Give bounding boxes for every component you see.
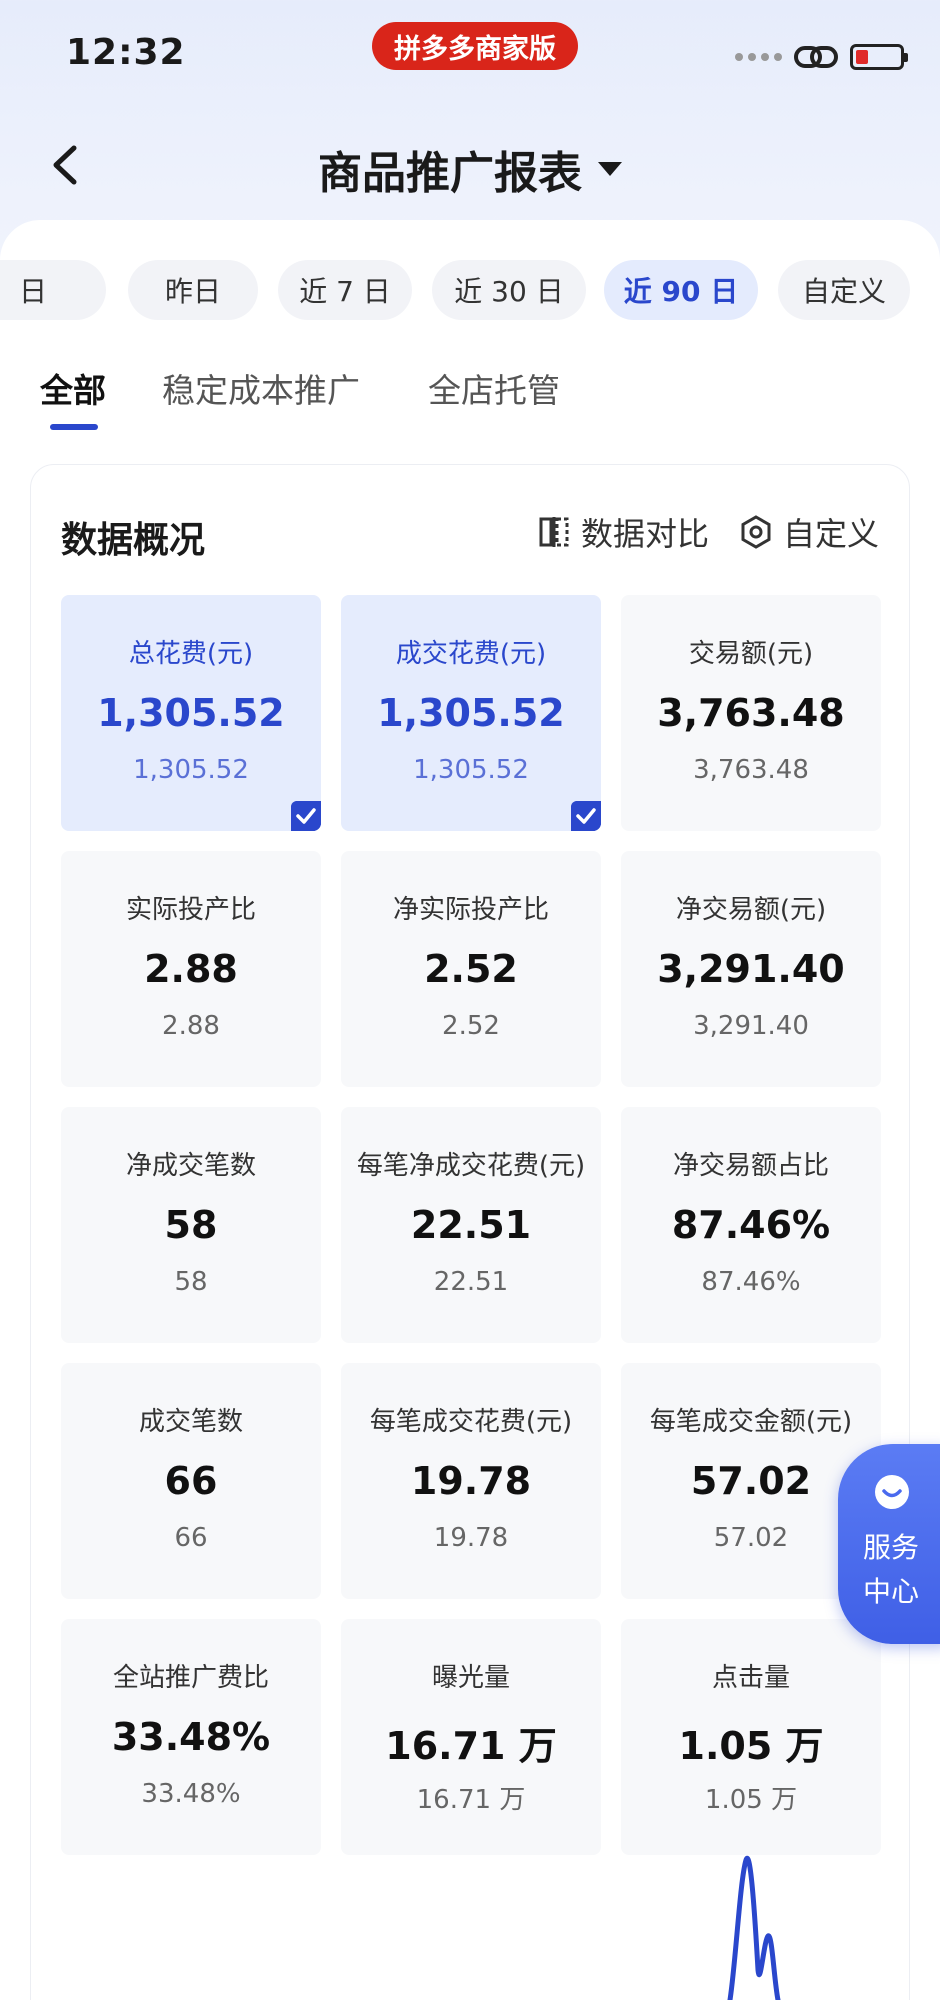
date-chip-90-days[interactable]: 近 90 日 [604,260,758,320]
metric-value: 3,291.40 [657,947,845,991]
metric-card-net-orders[interactable]: 净成交笔数 58 58 [61,1107,321,1343]
metric-value: 3,763.48 [657,691,845,735]
metric-label: 曝光量 [431,1663,510,1693]
metric-value: 66 [164,1459,218,1503]
metric-card-impressions[interactable]: 曝光量 16.71 万 16.71 万 [341,1619,601,1855]
metric-card-roi[interactable]: 实际投产比 2.88 2.88 [61,851,321,1087]
metric-compare-value: 19.78 [433,1523,509,1553]
service-label-line1: 服务 [862,1531,919,1564]
metric-value: 1,305.52 [97,691,285,735]
metric-value: 1.05 万 [678,1724,824,1768]
data-compare-label: 数据对比 [580,515,709,553]
data-compare-button[interactable]: 数据对比 [537,509,709,555]
page-title: 商品推广报表 [318,148,582,199]
date-chip-30-days[interactable]: 近 30 日 [432,260,586,320]
data-overview-card: 数据概况 数据对比 自定义 总花费(元) 1,305.52 1,305.52 成… [30,464,910,2000]
status-icons [735,42,908,72]
checkmark-icon [571,801,601,831]
chat-bubble-icon [875,1475,909,1509]
metric-compare-value: 66 [174,1523,208,1553]
date-range-chips: 日 昨日 近 7 日 近 30 日 近 90 日 自定义 [0,260,940,322]
service-center-label: 服务 中心 [846,1526,936,1614]
metric-label: 实际投产比 [125,895,256,925]
metric-card-cost-per-order[interactable]: 每笔成交花费(元) 19.78 19.78 [341,1363,601,1599]
metric-card-deal-spend[interactable]: 成交花费(元) 1,305.52 1,305.52 [341,595,601,831]
trend-chart-peek [727,1855,781,2000]
metric-card-net-gmv[interactable]: 净交易额(元) 3,291.40 3,291.40 [621,851,881,1087]
metric-card-net-cost-per-order[interactable]: 每笔净成交花费(元) 22.51 22.51 [341,1107,601,1343]
metric-compare-value: 16.71 万 [416,1785,526,1815]
metric-card-net-gmv-ratio[interactable]: 净交易额占比 87.46% 87.46% [621,1107,881,1343]
metric-label: 净交易额占比 [672,1151,829,1181]
metric-value: 87.46% [671,1203,831,1247]
metric-compare-value: 1,305.52 [413,755,529,785]
customize-label: 自定义 [782,515,879,553]
metric-compare-value: 2.52 [442,1011,500,1041]
signal-dots-icon [735,53,782,61]
metric-value: 19.78 [410,1459,532,1503]
metric-label: 净交易额(元) [675,895,827,925]
metric-card-gmv[interactable]: 交易额(元) 3,763.48 3,763.48 [621,595,881,831]
customize-button[interactable]: 自定义 [739,509,879,555]
metric-label: 每笔净成交花费(元) [356,1151,586,1181]
metric-label: 点击量 [711,1663,790,1693]
metric-compare-value: 33.48% [141,1779,241,1809]
metric-label: 成交笔数 [138,1407,243,1437]
metric-compare-value: 3,291.40 [693,1011,809,1041]
metric-label: 每笔成交花费(元) [369,1407,573,1437]
metric-label: 交易额(元) [688,639,814,669]
compare-icon [539,517,569,547]
status-time: 12:32 [66,32,186,73]
active-tab-indicator [50,424,98,430]
metric-label: 总花费(元) [128,639,254,669]
metric-compare-value: 22.51 [433,1267,509,1297]
metric-label: 全站推广费比 [112,1663,269,1693]
page-title-dropdown[interactable]: 商品推广报表 [0,137,940,201]
metric-compare-value: 1.05 万 [704,1785,798,1815]
metric-card-site-promo-ratio[interactable]: 全站推广费比 33.48% 33.48% [61,1619,321,1855]
caret-down-icon [598,162,622,176]
link-icon [794,46,838,68]
metric-value: 22.51 [410,1203,532,1247]
tab-all[interactable]: 全部 [40,364,106,412]
metric-compare-value: 2.88 [162,1011,220,1041]
metric-card-total-spend[interactable]: 总花费(元) 1,305.52 1,305.52 [61,595,321,831]
status-bar: 12:32 拼多多商家版 [0,0,940,110]
service-label-line2: 中心 [862,1575,919,1608]
metric-label: 每笔成交金额(元) [649,1407,853,1437]
tab-store-managed[interactable]: 全店托管 [428,364,560,412]
overview-actions: 数据对比 自定义 [537,509,879,555]
metric-label: 净成交笔数 [125,1151,256,1181]
tab-stable-cost[interactable]: 稳定成本推广 [162,364,360,412]
metric-value: 33.48% [111,1715,271,1759]
date-chip-yesterday[interactable]: 昨日 [128,260,258,320]
metric-value: 2.88 [144,947,238,991]
settings-hexagon-icon [741,515,771,549]
metric-card-clicks[interactable]: 点击量 1.05 万 1.05 万 [621,1619,881,1855]
metric-compare-value: 58 [174,1267,208,1297]
date-chip-today[interactable]: 日 [0,260,106,320]
metric-value: 1,305.52 [377,691,565,735]
app-badge: 拼多多商家版 [372,22,578,70]
metric-card-net-roi[interactable]: 净实际投产比 2.52 2.52 [341,851,601,1087]
overview-title: 数据概况 [61,520,206,561]
battery-icon [850,44,908,70]
metric-value: 58 [164,1203,218,1247]
metric-label: 净实际投产比 [392,895,549,925]
metric-label: 成交花费(元) [395,639,547,669]
metric-value: 16.71 万 [385,1724,557,1768]
date-chip-custom[interactable]: 自定义 [778,260,910,320]
metric-compare-value: 1,305.52 [133,755,249,785]
metric-compare-value: 3,763.48 [693,755,809,785]
date-chip-7-days[interactable]: 近 7 日 [278,260,412,320]
checkmark-icon [291,801,321,831]
metric-value: 2.52 [424,947,518,991]
metric-card-orders[interactable]: 成交笔数 66 66 [61,1363,321,1599]
metric-compare-value: 87.46% [701,1267,801,1297]
service-center-button[interactable]: 服务 中心 [838,1444,940,1644]
